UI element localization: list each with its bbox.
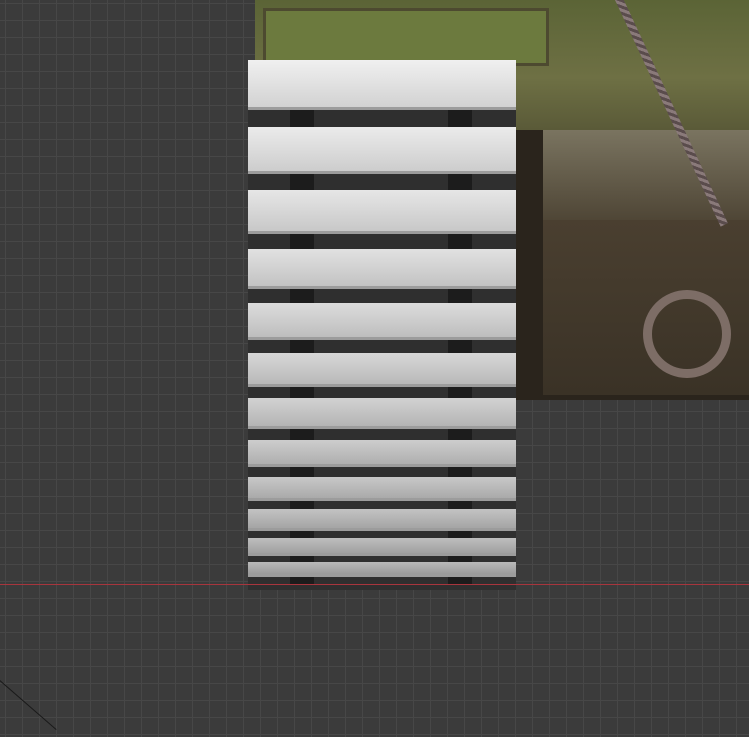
track-link — [248, 352, 516, 401]
track-link — [248, 476, 516, 511]
viewport-3d[interactable] — [0, 0, 749, 737]
track-link — [248, 561, 516, 584]
tank-hatch — [263, 8, 549, 66]
tow-hook — [643, 290, 731, 378]
track-segment-model[interactable] — [248, 60, 516, 590]
track-link-hole — [448, 577, 472, 584]
track-link — [248, 537, 516, 563]
track-link — [248, 509, 516, 539]
track-link — [248, 302, 516, 355]
track-link — [248, 439, 516, 479]
view-axis-line — [0, 680, 57, 730]
track-link — [248, 398, 516, 442]
track-link — [248, 127, 516, 193]
track-link — [248, 248, 516, 306]
track-link — [248, 60, 516, 130]
x-axis-line — [0, 584, 749, 585]
track-link-hole — [290, 577, 314, 584]
track-link — [248, 190, 516, 252]
